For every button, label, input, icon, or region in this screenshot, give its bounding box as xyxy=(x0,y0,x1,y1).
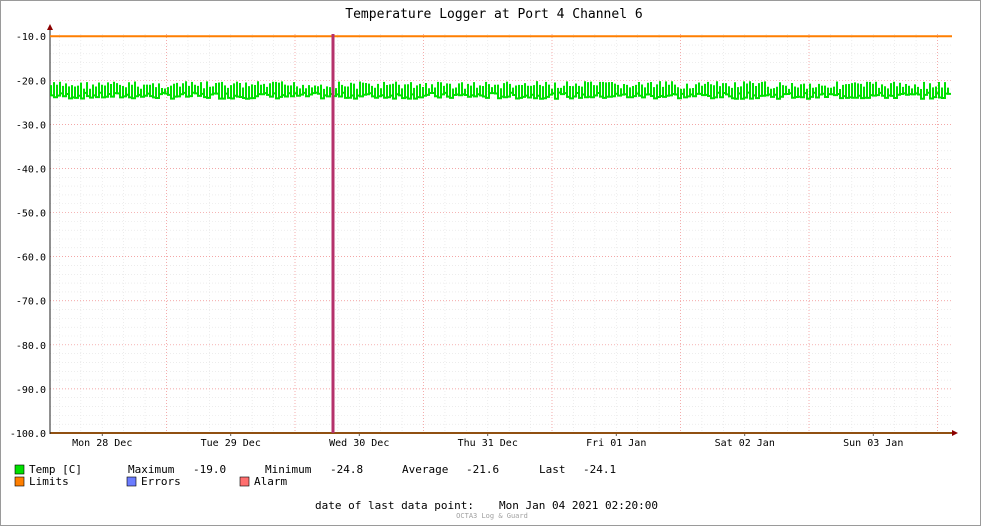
y-tick-label: -90.0 xyxy=(16,385,46,396)
x-tick-labels: Mon 28 Dec Tue 29 Dec Wed 30 Dec Thu 31 Dec… xyxy=(72,438,903,449)
watermark: OCTA3 Log & Guard xyxy=(456,512,528,520)
x-tick-label: Fri 01 Jan xyxy=(586,438,646,449)
x-tick-label: Tue 29 Dec xyxy=(201,438,261,449)
y-tick-label: -60.0 xyxy=(16,253,46,264)
y-tick-label: -10.0 xyxy=(16,32,46,43)
last-data-point-value: Mon Jan 04 2021 02:20:00 xyxy=(499,499,658,512)
x-tick-label: Wed 30 Dec xyxy=(329,438,389,449)
y-tick-labels: -10.0 -20.0 -30.0 -40.0 -50.0 -60.0 -70.0 -80.0… xyxy=(10,32,46,440)
legend-maximum-value: -19.0 xyxy=(193,463,226,476)
y-tick-label: -40.0 xyxy=(16,164,46,175)
legend-last-value: -24.1 xyxy=(583,463,616,476)
series-temp xyxy=(50,81,951,100)
legend-last-label: Last xyxy=(539,463,566,476)
y-tick-label: -70.0 xyxy=(16,297,46,308)
y-tick-label: -20.0 xyxy=(16,76,46,87)
x-tick-label: Thu 31 Dec xyxy=(458,438,518,449)
y-tick-label: -50.0 xyxy=(16,209,46,220)
y-axis-arrow xyxy=(47,24,53,30)
last-data-point-label: date of last data point: xyxy=(315,499,474,512)
x-axis-arrow xyxy=(952,430,958,436)
legend-minimum-value: -24.8 xyxy=(330,463,363,476)
x-tick-label: Sun 03 Jan xyxy=(843,438,903,449)
legend-swatch-errors xyxy=(126,476,137,487)
legend-average-value: -21.6 xyxy=(466,463,499,476)
chart-title: Temperature Logger at Port 4 Channel 6 xyxy=(345,7,642,22)
legend-alarm: Alarm xyxy=(254,475,287,488)
y-tick-label: -100.0 xyxy=(10,429,46,440)
legend-average-label: Average xyxy=(402,463,448,476)
x-tick-label: Sat 02 Jan xyxy=(715,438,775,449)
legend-swatch-alarm xyxy=(239,476,250,487)
legend-limits: Limits xyxy=(29,475,69,488)
legend-errors: Errors xyxy=(141,475,181,488)
temperature-chart: Temperature Logger at Port 4 Channel 6 -… xyxy=(10,7,958,520)
y-tick-label: -80.0 xyxy=(16,341,46,352)
y-tick-label: -30.0 xyxy=(16,120,46,131)
legend-swatch-limits xyxy=(14,476,25,487)
legend-swatch-temp xyxy=(14,464,25,475)
x-tick-label: Mon 28 Dec xyxy=(72,438,132,449)
